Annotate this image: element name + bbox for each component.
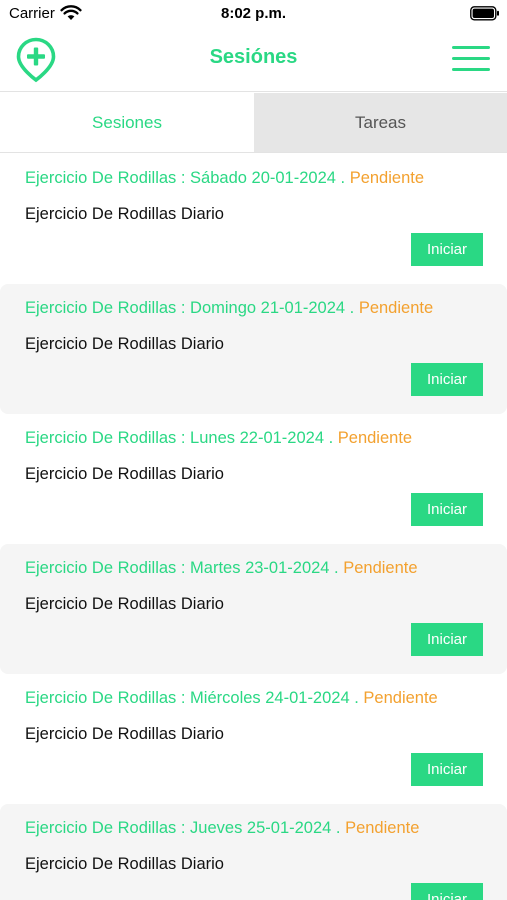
- session-title: Ejercicio De Rodillas : Sábado 20-01-202…: [25, 169, 424, 188]
- session-card: Ejercicio De Rodillas : Martes 23-01-202…: [0, 544, 507, 674]
- page-title: Sesiónes: [209, 46, 298, 68]
- start-session-button[interactable]: Iniciar: [411, 233, 483, 266]
- session-status: Pendiente: [349, 169, 425, 187]
- session-description: Ejercicio De Rodillas Diario: [25, 725, 224, 743]
- navigation-bar: Sesiónes: [0, 28, 507, 92]
- battery-icon: [470, 6, 499, 21]
- start-session-button[interactable]: Iniciar: [411, 493, 483, 526]
- session-title: Ejercicio De Rodillas : Jueves 25-01-202…: [25, 819, 419, 838]
- start-session-button[interactable]: Iniciar: [411, 753, 483, 786]
- session-card: Ejercicio De Rodillas : Jueves 25-01-202…: [0, 804, 507, 900]
- hamburger-menu-icon[interactable]: [452, 46, 490, 72]
- session-card: Ejercicio De Rodillas : Lunes 22-01-2024…: [0, 414, 507, 544]
- session-title-text: Ejercicio De Rodillas : Domingo 21-01-20…: [25, 299, 359, 317]
- start-session-button[interactable]: Iniciar: [411, 883, 483, 900]
- tab-bar: Sesiones Tareas: [0, 93, 507, 153]
- session-status: Pendiente: [363, 689, 438, 707]
- status-bar: Carrier 8:02 p.m.: [0, 0, 507, 28]
- session-list: Ejercicio De Rodillas : Sábado 20-01-202…: [0, 154, 507, 900]
- session-title: Ejercicio De Rodillas : Miércoles 24-01-…: [25, 689, 438, 708]
- session-card: Ejercicio De Rodillas : Miércoles 24-01-…: [0, 674, 507, 804]
- session-description: Ejercicio De Rodillas Diario: [25, 205, 224, 223]
- session-description: Ejercicio De Rodillas Diario: [25, 595, 224, 613]
- tab-tareas[interactable]: Tareas: [254, 93, 507, 152]
- session-title-text: Ejercicio De Rodillas : Sábado 20-01-202…: [25, 169, 350, 187]
- session-card: Ejercicio De Rodillas : Sábado 20-01-202…: [0, 154, 507, 284]
- session-status: Pendiente: [343, 559, 418, 577]
- session-description: Ejercicio De Rodillas Diario: [25, 335, 224, 353]
- session-title-text: Ejercicio De Rodillas : Miércoles 24-01-…: [25, 689, 364, 707]
- session-status: Pendiente: [345, 819, 420, 837]
- session-title-text: Ejercicio De Rodillas : Martes 23-01-202…: [25, 559, 344, 577]
- session-description: Ejercicio De Rodillas Diario: [25, 465, 224, 483]
- tab-sesiones[interactable]: Sesiones: [0, 93, 254, 152]
- session-card: Ejercicio De Rodillas : Domingo 21-01-20…: [0, 284, 507, 414]
- status-time: 8:02 p.m.: [220, 5, 287, 22]
- session-title-text: Ejercicio De Rodillas : Jueves 25-01-202…: [25, 819, 346, 837]
- session-title: Ejercicio De Rodillas : Martes 23-01-202…: [25, 559, 418, 578]
- session-description: Ejercicio De Rodillas Diario: [25, 855, 224, 873]
- session-title: Ejercicio De Rodillas : Lunes 22-01-2024…: [25, 429, 412, 448]
- menu-line: [452, 68, 490, 71]
- session-title: Ejercicio De Rodillas : Domingo 21-01-20…: [25, 299, 433, 318]
- start-session-button[interactable]: Iniciar: [411, 363, 483, 396]
- menu-line: [452, 46, 490, 49]
- session-status: Pendiente: [337, 429, 413, 447]
- session-title-text: Ejercicio De Rodillas : Lunes 22-01-2024…: [25, 429, 338, 447]
- menu-line: [452, 57, 490, 60]
- session-status: Pendiente: [358, 299, 434, 317]
- start-session-button[interactable]: Iniciar: [411, 623, 483, 656]
